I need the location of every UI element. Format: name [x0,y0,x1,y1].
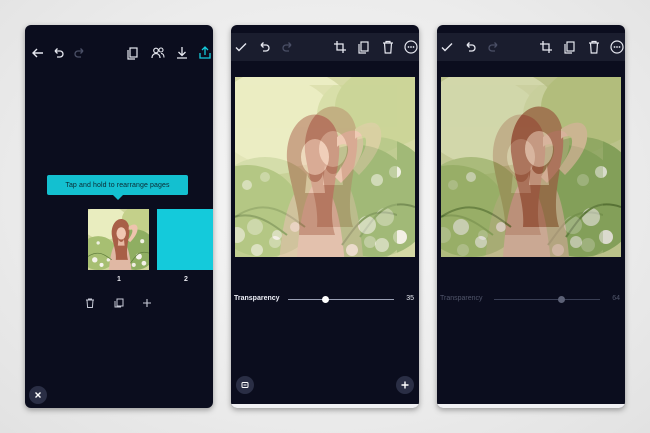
transparency-slider: Transparency 64 [440,295,620,305]
trash-icon[interactable] [84,297,96,309]
bottom-edge [437,404,625,408]
layers-button[interactable] [236,376,254,394]
more-icon[interactable] [403,39,419,55]
top-toolbar [437,33,625,61]
transparency-value: 64 [612,295,620,302]
photo-image [235,77,415,257]
crop-icon[interactable] [538,39,554,55]
slider-handle[interactable] [321,296,329,303]
slider-track[interactable] [288,296,394,303]
photo-image [441,77,621,257]
phone-screen-transparency-inactive: Transparency 64 [437,25,625,408]
close-icon [35,392,41,398]
redo-icon[interactable] [280,39,296,55]
photo-image [88,209,149,270]
phone-screen-transparency-active: Transparency 35 [231,25,419,408]
transparency-label: Transparency [234,295,280,302]
undo-icon[interactable] [50,45,66,61]
users-icon[interactable] [150,45,166,61]
page-thumbnail-2[interactable] [157,209,213,270]
slider-track [494,296,600,303]
redo-icon[interactable] [72,45,88,61]
copy-icon[interactable] [356,39,372,55]
copy-icon[interactable] [562,39,578,55]
bottom-edge [231,404,419,408]
transparency-label: Transparency [440,295,483,302]
add-button[interactable] [396,376,414,394]
redo-icon[interactable] [486,39,502,55]
arrow-left-icon[interactable] [30,45,46,61]
top-toolbar [231,33,419,61]
transparency-value: 35 [406,295,414,302]
crop-icon[interactable] [332,39,348,55]
trash-icon[interactable] [586,39,602,55]
slider-handle [558,296,566,303]
plus-icon [401,381,409,389]
plus-icon[interactable] [141,297,153,309]
rearrange-tooltip: Tap and hold to rearrange pages [47,175,188,200]
more-icon[interactable] [609,39,625,55]
top-toolbar [25,39,213,67]
copy-icon[interactable] [113,297,125,309]
undo-icon[interactable] [256,39,272,55]
undo-icon[interactable] [462,39,478,55]
page-number-1: 1 [117,276,121,283]
trash-icon[interactable] [380,39,396,55]
phone-screen-page-manager: Tap and hold to rearrange pages 1 2 [25,25,213,408]
page-number-2: 2 [184,276,188,283]
download-icon[interactable] [174,45,190,61]
close-button[interactable] [29,386,47,404]
transparency-slider[interactable]: Transparency 35 [234,295,414,305]
design-canvas[interactable] [441,77,621,257]
pages-icon[interactable] [125,45,141,61]
design-canvas[interactable] [235,77,415,257]
check-icon[interactable] [439,39,455,55]
page-thumbnail-1[interactable] [88,209,149,270]
check-icon[interactable] [233,39,249,55]
layers-icon [241,382,249,388]
share-icon[interactable] [197,45,213,61]
